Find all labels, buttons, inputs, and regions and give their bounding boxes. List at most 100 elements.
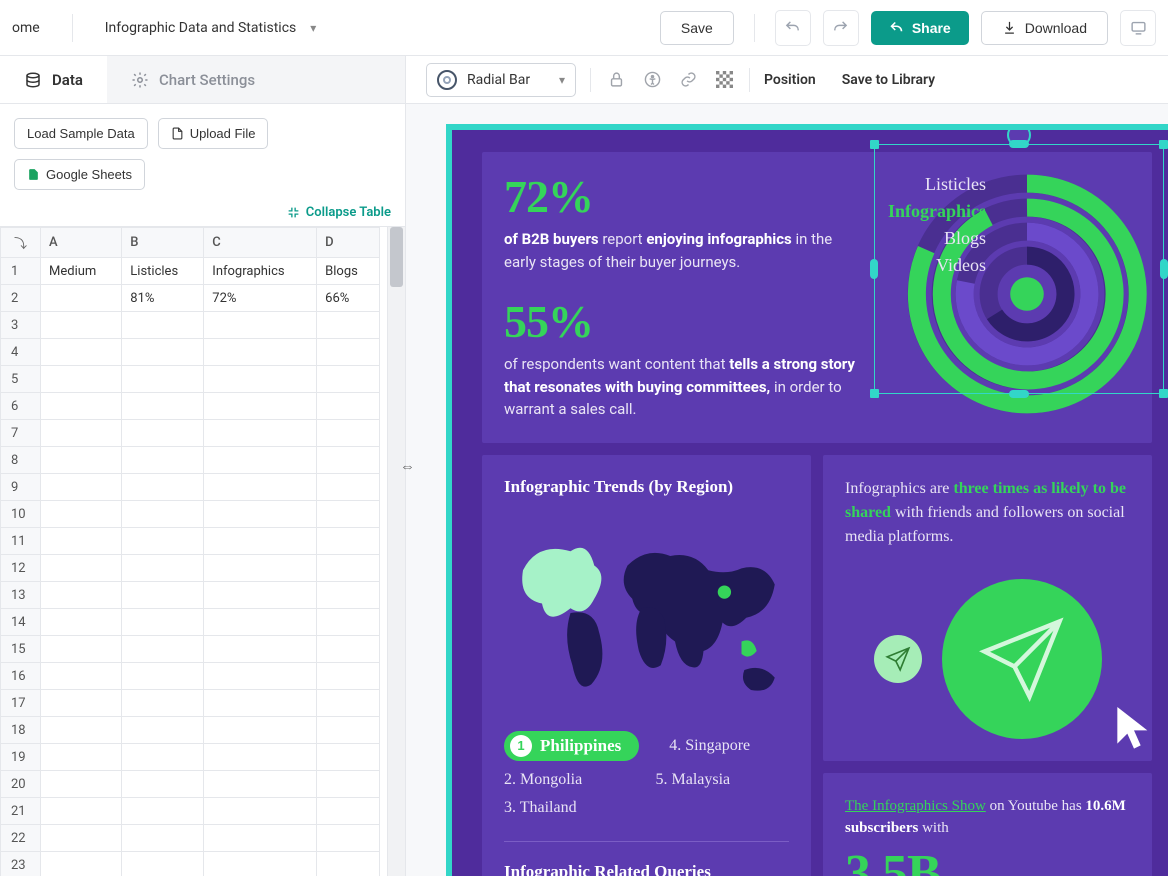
cell[interactable]: [41, 582, 122, 609]
cell[interactable]: [41, 420, 122, 447]
table-row[interactable]: 22: [1, 825, 380, 852]
panel-resize-handle[interactable]: ⇔: [400, 457, 415, 475]
cell[interactable]: [317, 825, 380, 852]
cell[interactable]: [41, 528, 122, 555]
cell[interactable]: [122, 474, 204, 501]
cell[interactable]: [41, 339, 122, 366]
cell[interactable]: [122, 825, 204, 852]
cell[interactable]: [122, 393, 204, 420]
row-header[interactable]: 5: [1, 366, 41, 393]
cell[interactable]: [204, 474, 317, 501]
stats-card[interactable]: 72% of B2B buyers report enjoying infogr…: [482, 152, 1152, 443]
col-header[interactable]: B: [122, 228, 204, 258]
table-row[interactable]: 5: [1, 366, 380, 393]
cell[interactable]: [122, 312, 204, 339]
upload-file-button[interactable]: Upload File: [158, 118, 269, 149]
undo-button[interactable]: [775, 10, 811, 46]
table-row[interactable]: 281%72%66%: [1, 285, 380, 312]
cell[interactable]: [41, 447, 122, 474]
cell[interactable]: [122, 366, 204, 393]
row-header[interactable]: 15: [1, 636, 41, 663]
artboard[interactable]: 72% of B2B buyers report enjoying infogr…: [446, 124, 1168, 876]
cell[interactable]: [317, 312, 380, 339]
row-header[interactable]: 7: [1, 420, 41, 447]
cell[interactable]: [204, 798, 317, 825]
cell[interactable]: [317, 555, 380, 582]
tab-chart-settings[interactable]: Chart Settings: [107, 56, 405, 103]
cell[interactable]: [317, 366, 380, 393]
cell[interactable]: [204, 366, 317, 393]
resize-handle-ne[interactable]: [1159, 140, 1168, 149]
load-sample-button[interactable]: Load Sample Data: [14, 118, 148, 149]
cell[interactable]: [122, 582, 204, 609]
share-card[interactable]: Infographics are three times as likely t…: [823, 455, 1152, 761]
cell[interactable]: [204, 744, 317, 771]
resize-handle-se[interactable]: [1159, 389, 1168, 398]
cell[interactable]: [122, 555, 204, 582]
row-header[interactable]: 3: [1, 312, 41, 339]
table-row[interactable]: 3: [1, 312, 380, 339]
cell[interactable]: [41, 771, 122, 798]
row-header[interactable]: 1: [1, 258, 41, 285]
cell[interactable]: [41, 609, 122, 636]
cell[interactable]: [41, 744, 122, 771]
row-header[interactable]: 16: [1, 663, 41, 690]
resize-handle-e[interactable]: [1160, 259, 1168, 279]
v-scroll-thumb[interactable]: [390, 227, 403, 287]
cell[interactable]: [317, 501, 380, 528]
row-header[interactable]: 22: [1, 825, 41, 852]
cell[interactable]: [317, 636, 380, 663]
cell[interactable]: [41, 312, 122, 339]
trends-card[interactable]: Infographic Trends (by Region): [482, 455, 811, 876]
cell[interactable]: [122, 447, 204, 474]
cell[interactable]: [122, 528, 204, 555]
table-row[interactable]: 12: [1, 555, 380, 582]
table-row[interactable]: 13: [1, 582, 380, 609]
cell[interactable]: [41, 555, 122, 582]
table-row[interactable]: 21: [1, 798, 380, 825]
cell[interactable]: [122, 798, 204, 825]
row-header[interactable]: 23: [1, 852, 41, 876]
present-button[interactable]: [1120, 10, 1156, 46]
table-row[interactable]: 17: [1, 690, 380, 717]
table-row[interactable]: 18: [1, 717, 380, 744]
cell[interactable]: [317, 528, 380, 555]
cell[interactable]: [317, 798, 380, 825]
cell[interactable]: [41, 690, 122, 717]
row-header[interactable]: 10: [1, 501, 41, 528]
cell[interactable]: [204, 420, 317, 447]
cell[interactable]: [317, 420, 380, 447]
cell[interactable]: [122, 771, 204, 798]
row-header[interactable]: 8: [1, 447, 41, 474]
cell[interactable]: Blogs: [317, 258, 380, 285]
youtube-card[interactable]: The Infographics Show on Youtube has 10.…: [823, 773, 1152, 876]
cell[interactable]: [204, 609, 317, 636]
cell[interactable]: [204, 582, 317, 609]
infographics-show-link[interactable]: The Infographics Show: [845, 798, 986, 814]
cell[interactable]: [122, 663, 204, 690]
cell[interactable]: [41, 852, 122, 876]
cell[interactable]: [204, 555, 317, 582]
cell[interactable]: [204, 636, 317, 663]
sheet-scroll[interactable]: ⤵ABCD1MediumListiclesInfographicsBlogs28…: [0, 227, 387, 876]
cell[interactable]: [317, 852, 380, 876]
table-row[interactable]: 9: [1, 474, 380, 501]
table-row[interactable]: 19: [1, 744, 380, 771]
cell[interactable]: [41, 825, 122, 852]
cell[interactable]: 81%: [122, 285, 204, 312]
cell[interactable]: [41, 501, 122, 528]
share-button[interactable]: Share: [871, 11, 969, 45]
cell[interactable]: 66%: [317, 285, 380, 312]
table-row[interactable]: 20: [1, 771, 380, 798]
cell[interactable]: [41, 663, 122, 690]
cell[interactable]: [122, 420, 204, 447]
resize-handle-n[interactable]: [1009, 140, 1029, 148]
cell[interactable]: [317, 582, 380, 609]
cell[interactable]: [317, 609, 380, 636]
download-button[interactable]: Download: [981, 11, 1108, 45]
cell[interactable]: [204, 717, 317, 744]
chart-type-dropdown[interactable]: Radial Bar ▾: [426, 63, 576, 97]
cell[interactable]: [122, 609, 204, 636]
cell[interactable]: [317, 663, 380, 690]
col-header[interactable]: C: [204, 228, 317, 258]
